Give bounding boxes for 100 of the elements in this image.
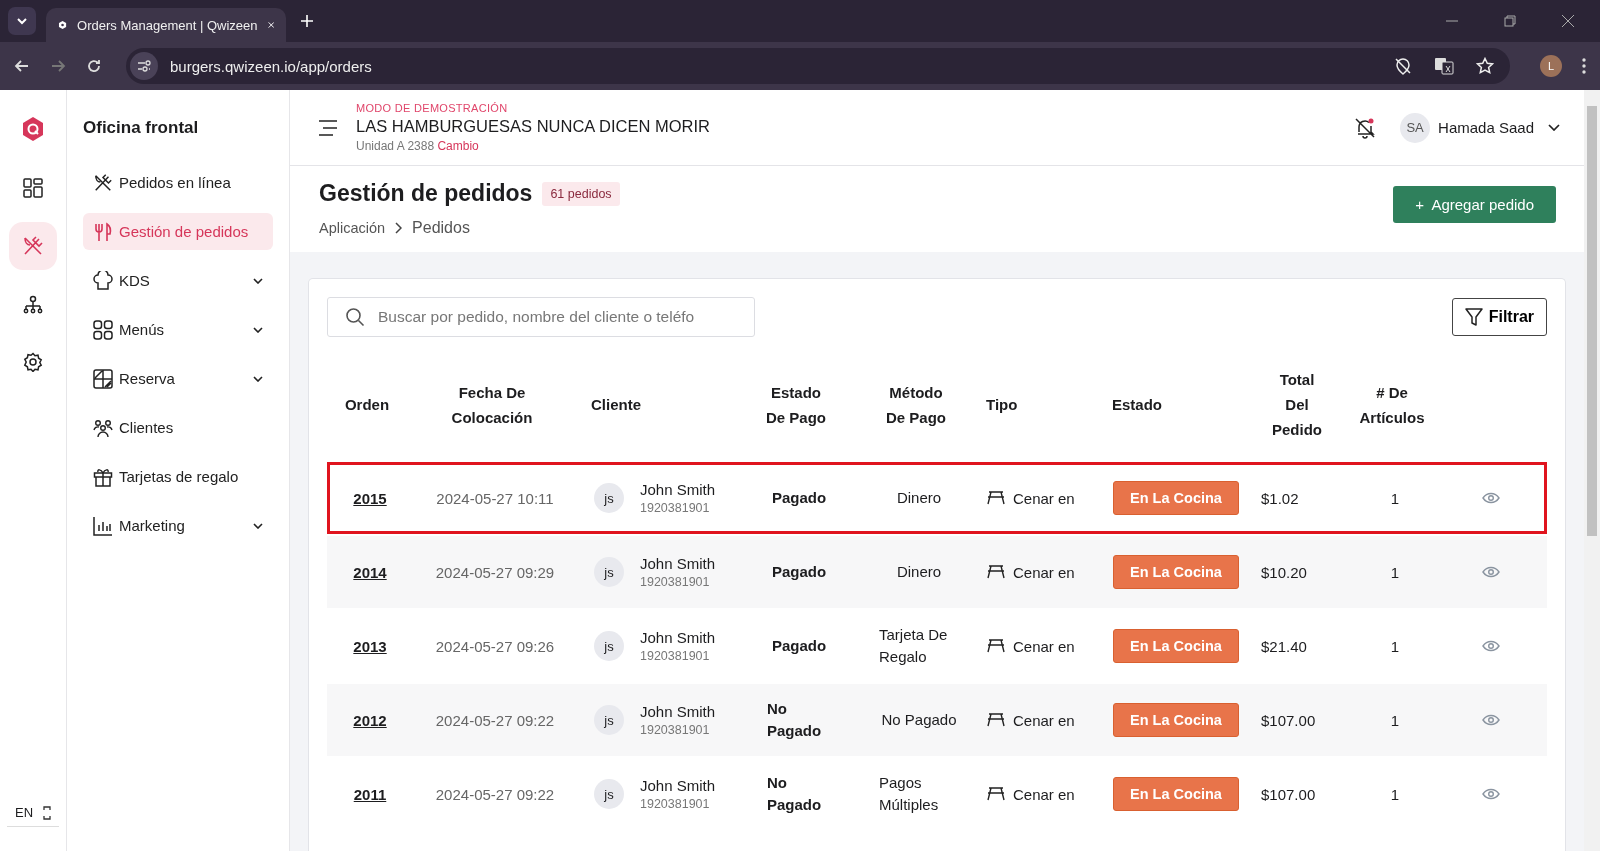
back-icon[interactable]	[14, 58, 30, 74]
item-count: 1	[1390, 489, 1400, 507]
search-field[interactable]: Buscar por pedido, nombre del cliente o teléfo	[327, 297, 755, 337]
customer-avatar: js	[594, 779, 624, 809]
table-row[interactable]: 2013 2024-05-27 09:26 js John Smith 1920381901 Pagado Tarjeta De Regalo Cenar en En La Cocina $21.40 1	[327, 610, 1547, 682]
sidebar-item[interactable]: Clientes	[83, 409, 273, 446]
tab-title: Orders Management | Qwizeen	[77, 17, 258, 33]
sidebar-item[interactable]: Pedidos en línea	[83, 164, 273, 201]
view-icon[interactable]	[1481, 714, 1500, 726]
sidebar-item[interactable]: Tarjetas de regalo	[83, 458, 273, 495]
order-type: Cenar en	[1013, 563, 1075, 581]
chevron-down-icon[interactable]	[253, 277, 263, 284]
view-icon[interactable]	[1481, 492, 1500, 504]
restaurant-name: LAS HAMBURGUESAS NUNCA DICEN MORIR	[356, 117, 710, 136]
menu-icon[interactable]	[318, 119, 338, 136]
new-tab-icon[interactable]	[300, 14, 314, 28]
picnic-table-icon	[987, 491, 1005, 505]
column-header: Método De Pago	[885, 382, 947, 428]
status-badge: En La Cocina	[1113, 555, 1239, 589]
order-date: 2024-05-27 10:11	[436, 489, 554, 507]
floor-plan-icon	[93, 368, 113, 389]
site-settings-icon[interactable]	[130, 52, 158, 80]
chevron-down-icon[interactable]	[253, 522, 263, 529]
column-header: Estado De Pago	[765, 382, 827, 428]
user-avatar[interactable]: SA	[1400, 112, 1431, 143]
order-total: $107.00	[1261, 785, 1316, 803]
restore-icon[interactable]	[1504, 15, 1516, 27]
page-title: Gestión de pedidos	[319, 180, 533, 207]
customer-avatar: js	[594, 557, 624, 587]
table-row[interactable]: 2011 2024-05-27 09:22 js John Smith 1920381901 No Pagado Pagos Múltiples Cenar en En La Cocina $107.00 1	[327, 758, 1547, 830]
profile-avatar[interactable]: L	[1540, 55, 1562, 77]
view-icon[interactable]	[1481, 788, 1500, 800]
forward-icon[interactable]	[50, 58, 66, 74]
sidebar-item[interactable]: Menús	[83, 311, 273, 348]
payment-status: Pagado	[771, 562, 827, 582]
chevron-down-icon[interactable]	[253, 326, 263, 333]
chevron-down-icon[interactable]	[1548, 124, 1560, 131]
close-window-icon[interactable]	[1562, 15, 1574, 27]
chef-hat-icon	[93, 270, 113, 291]
filter-button[interactable]: Filtrar	[1451, 298, 1547, 336]
translate-icon[interactable]	[1434, 57, 1454, 75]
order-link[interactable]: 2014	[353, 563, 387, 581]
sidebar-title: Oficina frontal	[83, 118, 200, 138]
bar-chart-icon	[93, 515, 113, 536]
cutlery-icon	[93, 221, 113, 242]
highlighted-row[interactable]: 2015 2024-05-27 10:11 js John Smith 1920381901 Pagado Dinero Cenar en En La Cocina $1.02 1	[327, 462, 1547, 534]
customer-avatar: js	[594, 483, 624, 513]
breadcrumb-link[interactable]: Aplicación	[319, 220, 386, 236]
settings-icon	[23, 352, 43, 372]
unit-label: Unidad A 2388	[356, 139, 435, 153]
tab-search-button[interactable]	[8, 7, 36, 35]
expand-icon[interactable]	[43, 805, 52, 820]
order-link[interactable]: 2011	[353, 785, 387, 803]
order-link[interactable]: 2015	[353, 489, 387, 507]
change-link[interactable]: Cambio	[437, 139, 479, 153]
status-badge: En La Cocina	[1113, 481, 1239, 515]
dashboard-icon	[23, 178, 43, 198]
chevron-down-icon[interactable]	[253, 375, 263, 382]
sidebar-item[interactable]: KDS	[83, 262, 273, 299]
rail-cutlery-button[interactable]	[9, 222, 57, 270]
column-header: Cliente	[590, 395, 642, 415]
star-icon[interactable]	[1476, 57, 1494, 75]
customer-phone: 1920381901	[640, 797, 711, 811]
breadcrumb-link[interactable]: Pedidos	[412, 219, 470, 237]
app-logo-icon[interactable]	[21, 116, 45, 142]
sidebar-item[interactable]: Marketing	[83, 507, 273, 544]
order-total: $10.20	[1261, 563, 1307, 581]
app-logo-icon	[58, 18, 68, 32]
scrollbar[interactable]	[1584, 90, 1600, 851]
view-icon[interactable]	[1481, 566, 1500, 578]
menu-icon[interactable]	[1582, 58, 1586, 74]
customer-avatar: js	[594, 705, 624, 735]
picnic-table-icon	[987, 713, 1005, 727]
filter-icon	[1464, 307, 1483, 327]
item-count: 1	[1390, 637, 1400, 655]
order-link[interactable]: 2013	[353, 637, 387, 655]
add-order-button[interactable]: + Agregar pedido	[1393, 186, 1556, 223]
order-link[interactable]: 2012	[353, 711, 387, 729]
order-date: 2024-05-27 09:22	[435, 711, 555, 729]
view-icon[interactable]	[1481, 640, 1500, 652]
bell-off-icon[interactable]	[1354, 116, 1377, 139]
customer-phone: 1920381901	[640, 723, 711, 737]
sidebar-item[interactable]: Reserva	[83, 360, 273, 397]
user-name[interactable]: Hamada Saad	[1438, 119, 1534, 136]
customer-name: John Smith	[640, 555, 716, 572]
order-date: 2024-05-27 09:26	[435, 637, 555, 655]
address-bar[interactable]: burgers.qwizeen.io/app/orders	[126, 48, 1510, 84]
status-badge: En La Cocina	[1113, 777, 1239, 811]
order-type: Cenar en	[1013, 711, 1075, 729]
customer-phone: 1920381901	[640, 501, 711, 515]
picnic-table-icon	[987, 639, 1005, 653]
reload-icon[interactable]	[86, 58, 102, 74]
table-row[interactable]: 2014 2024-05-27 09:29 js John Smith 1920381901 Pagado Dinero Cenar en En La Cocina $10.20 1	[327, 536, 1547, 608]
order-total: $21.40	[1261, 637, 1307, 655]
eye-slash-icon[interactable]	[1394, 57, 1412, 75]
close-icon[interactable]	[267, 20, 274, 30]
browser-tab[interactable]: Orders Management | Qwizeen	[46, 8, 286, 42]
sidebar-item[interactable]: Gestión de pedidos	[83, 213, 273, 250]
language-label[interactable]: EN	[14, 805, 34, 820]
table-row[interactable]: 2012 2024-05-27 09:22 js John Smith 1920381901 No Pagado No Pagado Cenar en En La Cocina $107.00 1	[327, 684, 1547, 756]
